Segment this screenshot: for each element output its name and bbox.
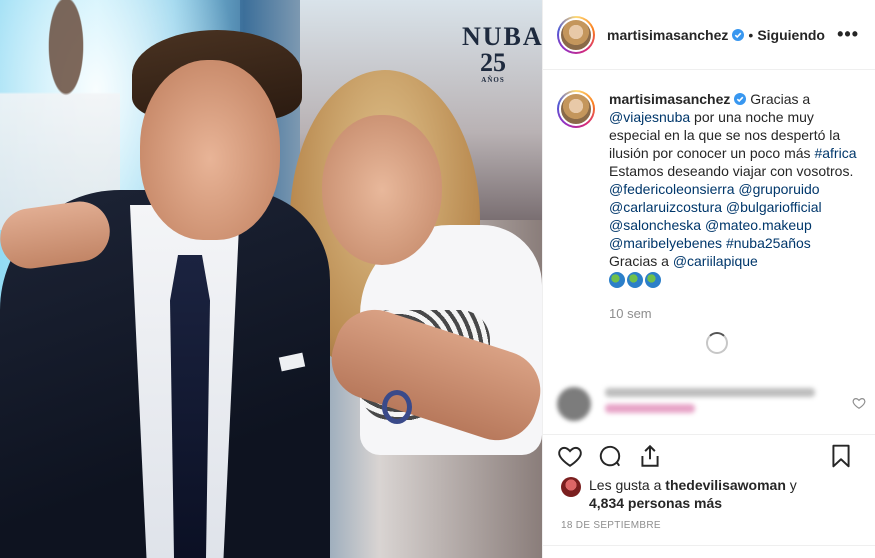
- mention-link[interactable]: @viajesnuba: [609, 109, 690, 125]
- man-tie: [170, 255, 210, 558]
- caption-text-1: Gracias a: [750, 91, 811, 107]
- avatar[interactable]: [557, 15, 595, 54]
- caption-username[interactable]: martisimasanchez: [609, 91, 730, 107]
- likes-summary: Les gusta a thedevilisawoman y 4,834 per…: [561, 476, 861, 512]
- likes-count[interactable]: 4,834 personas más: [589, 495, 722, 511]
- likes-text: Les gusta a thedevilisawoman y 4,834 per…: [589, 476, 797, 512]
- nuba-sign-word: NUBA: [462, 22, 542, 51]
- action-bar: [543, 434, 875, 476]
- nuba-sign: NUBA 25 AÑOS: [462, 22, 542, 85]
- verified-badge-icon: [732, 28, 745, 41]
- caption-text-3: Estamos deseando viajar con vosotros.: [609, 163, 854, 179]
- globe-emojis: [609, 272, 661, 288]
- mention-link[interactable]: @saloncheska: [609, 217, 701, 233]
- blurred-comment[interactable]: [543, 374, 875, 434]
- woman-face: [322, 115, 442, 265]
- globe-icon: [627, 272, 643, 288]
- bookmark-icon[interactable]: [828, 443, 854, 469]
- mention-link[interactable]: @cariilapique: [673, 253, 758, 269]
- post-photo[interactable]: NUBA 25 AÑOS: [0, 0, 542, 558]
- hashtag-link[interactable]: #africa: [814, 145, 856, 161]
- likes-joiner: y: [785, 477, 797, 493]
- caption-time-ago[interactable]: 10 sem: [609, 306, 860, 321]
- like-comment-heart-icon[interactable]: [852, 396, 866, 410]
- comment-icon[interactable]: [597, 443, 623, 469]
- nuba-sign-number: 25: [480, 48, 506, 77]
- nuba-sign-small: AÑOS: [481, 76, 505, 84]
- liker-username[interactable]: thedevilisawoman: [665, 477, 786, 493]
- mention-link[interactable]: @mateo.makeup: [705, 217, 812, 233]
- heart-icon[interactable]: [557, 443, 583, 469]
- post-side-panel: martisimasanchez • Siguiendo ••• martisi…: [542, 0, 875, 558]
- liker-avatar[interactable]: [561, 477, 581, 497]
- verified-badge-icon: [734, 93, 747, 105]
- globe-icon: [645, 272, 661, 288]
- post-header: martisimasanchez • Siguiendo •••: [543, 0, 875, 70]
- caption-avatar[interactable]: [557, 90, 595, 128]
- caption-section: martisimasanchez Gracias a @viajesnuba p…: [543, 70, 875, 374]
- bracelet: [382, 390, 412, 424]
- mention-link[interactable]: @bulgariofficial: [726, 199, 822, 215]
- likes-prefix: Les gusta a: [589, 477, 666, 493]
- mention-link[interactable]: @carlaruizcostura: [609, 199, 722, 215]
- caption-text: martisimasanchez Gracias a @viajesnuba p…: [609, 90, 859, 292]
- header-username[interactable]: martisimasanchez: [607, 27, 728, 43]
- caption-text-4: Gracias a: [609, 253, 673, 269]
- header-separator: •: [748, 26, 754, 43]
- mention-link[interactable]: @maribelyebenes: [609, 235, 722, 251]
- loading-spinner-icon: [706, 332, 728, 354]
- mention-link[interactable]: @federicoleonsierra: [609, 181, 735, 197]
- mention-link[interactable]: @gruporuido: [738, 181, 819, 197]
- post-date[interactable]: 18 DE SEPTIEMBRE: [561, 520, 661, 531]
- comment-text-blurred: [605, 388, 815, 420]
- share-icon[interactable]: [637, 443, 663, 469]
- add-comment-area[interactable]: [543, 545, 875, 558]
- globe-icon: [609, 272, 625, 288]
- following-button[interactable]: Siguiendo: [757, 27, 825, 43]
- comment-avatar[interactable]: [557, 387, 591, 421]
- hashtag-link[interactable]: #nuba25años: [726, 235, 811, 251]
- caption-row: martisimasanchez Gracias a @viajesnuba p…: [557, 90, 860, 292]
- more-options-icon[interactable]: •••: [837, 24, 859, 45]
- man-face: [140, 60, 280, 240]
